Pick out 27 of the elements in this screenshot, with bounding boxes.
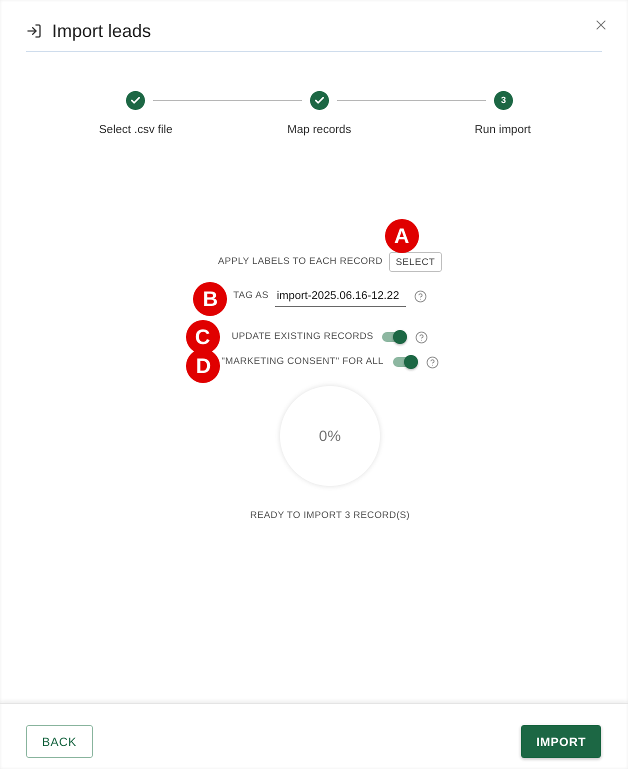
toggle-switch[interactable] — [392, 354, 418, 370]
back-button[interactable]: BACK — [26, 725, 93, 758]
option-label: APPLY LABELS TO EACH RECORD — [218, 256, 383, 268]
callout-marker: D — [186, 349, 220, 383]
help-icon[interactable] — [414, 290, 427, 302]
help-icon[interactable] — [426, 356, 439, 368]
callout-marker: C — [186, 320, 220, 354]
select-button[interactable]: SELECT — [388, 252, 442, 272]
import-button[interactable]: IMPORT — [521, 725, 601, 758]
callout-marker: A — [384, 219, 419, 253]
callout-marker: B — [193, 282, 228, 316]
check-icon — [130, 95, 141, 106]
step-label: Run import — [474, 123, 531, 138]
tag-input[interactable]: import-2025.06.16-12.22 — [274, 285, 406, 307]
toggle-switch[interactable] — [381, 329, 408, 345]
arrow-into-box-icon — [26, 23, 42, 39]
status-text: READY TO IMPORT 3 RECORD(S) — [250, 510, 410, 522]
step-number: 3 — [500, 96, 506, 105]
option-label: "MARKETING CONSENT" FOR ALL — [221, 356, 384, 368]
dialog-title: Import leads — [52, 20, 152, 43]
option-label: TAG AS — [233, 290, 269, 302]
step-label: Select .csv file — [99, 123, 172, 138]
check-icon — [314, 95, 325, 106]
option-label: UPDATE EXISTING RECORDS — [232, 331, 374, 343]
progress-reading: 0% — [318, 428, 342, 444]
help-icon[interactable] — [415, 330, 428, 344]
step-label: Map records — [287, 123, 352, 138]
